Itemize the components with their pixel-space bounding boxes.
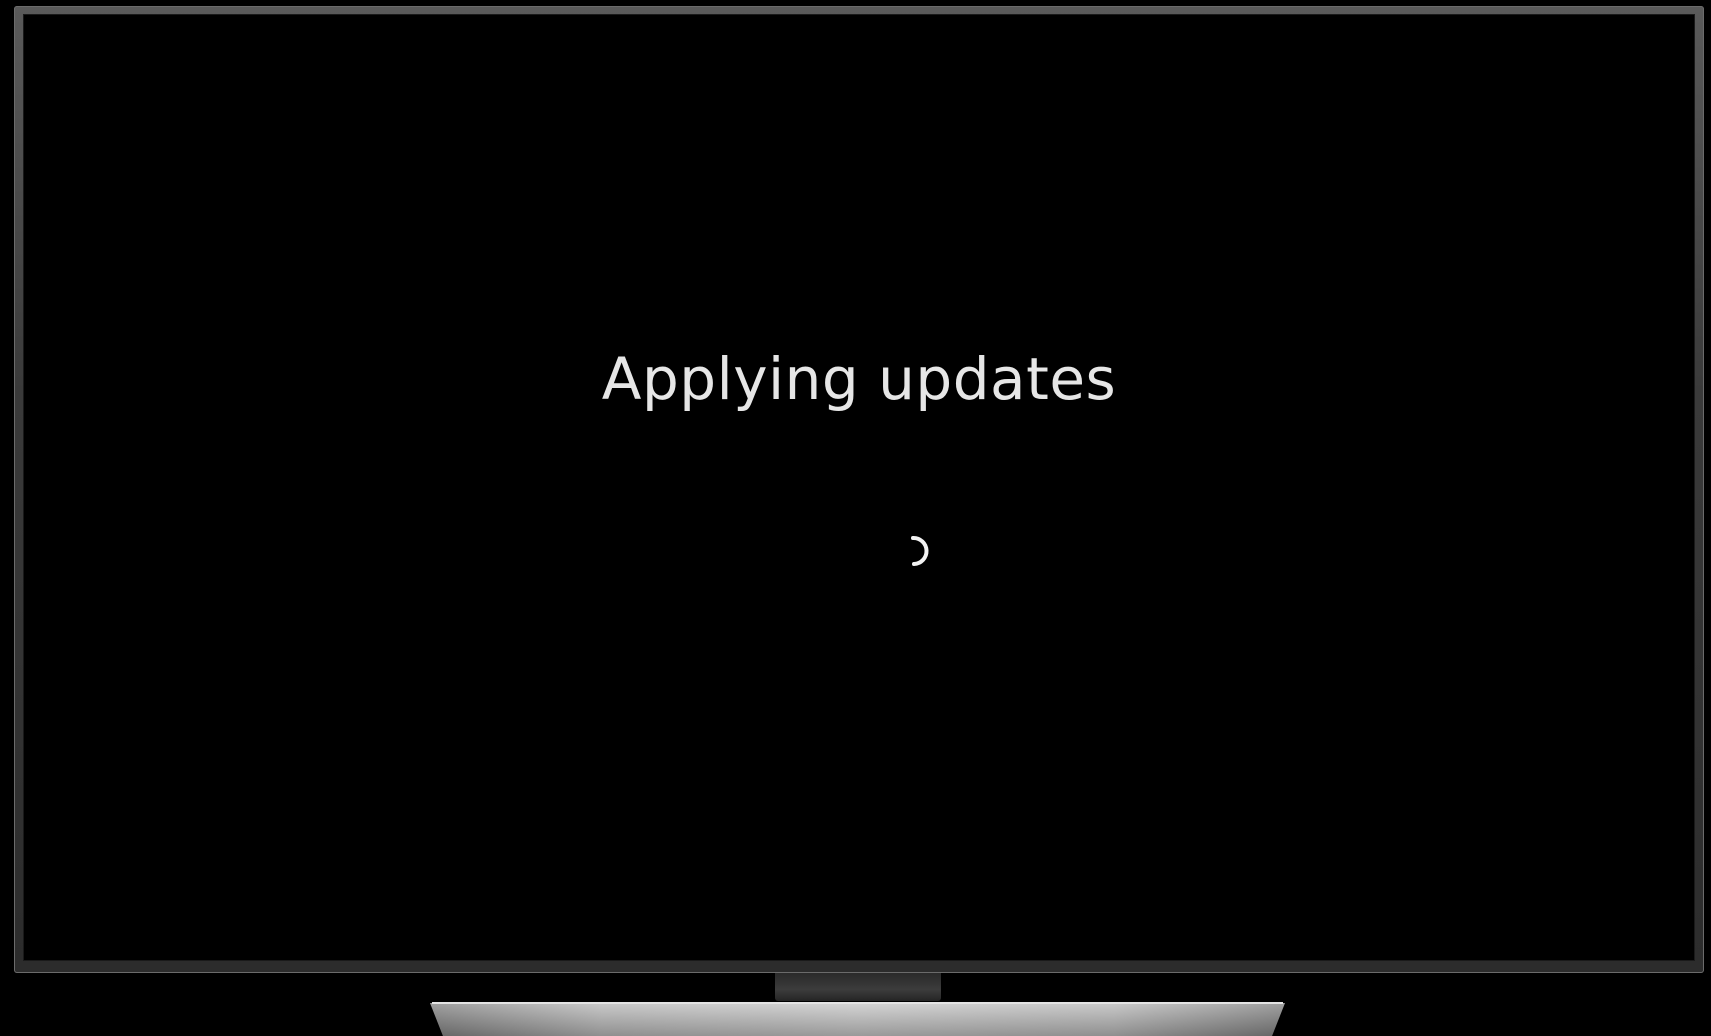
status-message: Applying updates: [601, 345, 1117, 413]
tv-display: Applying updates: [0, 0, 1711, 1036]
tv-stand-base: [430, 1002, 1285, 1036]
tv-screen: Applying updates: [23, 14, 1695, 961]
tv-bezel: Applying updates: [14, 6, 1704, 973]
loading-spinner-icon: [911, 535, 929, 566]
tv-stand-neck: [775, 973, 941, 1001]
